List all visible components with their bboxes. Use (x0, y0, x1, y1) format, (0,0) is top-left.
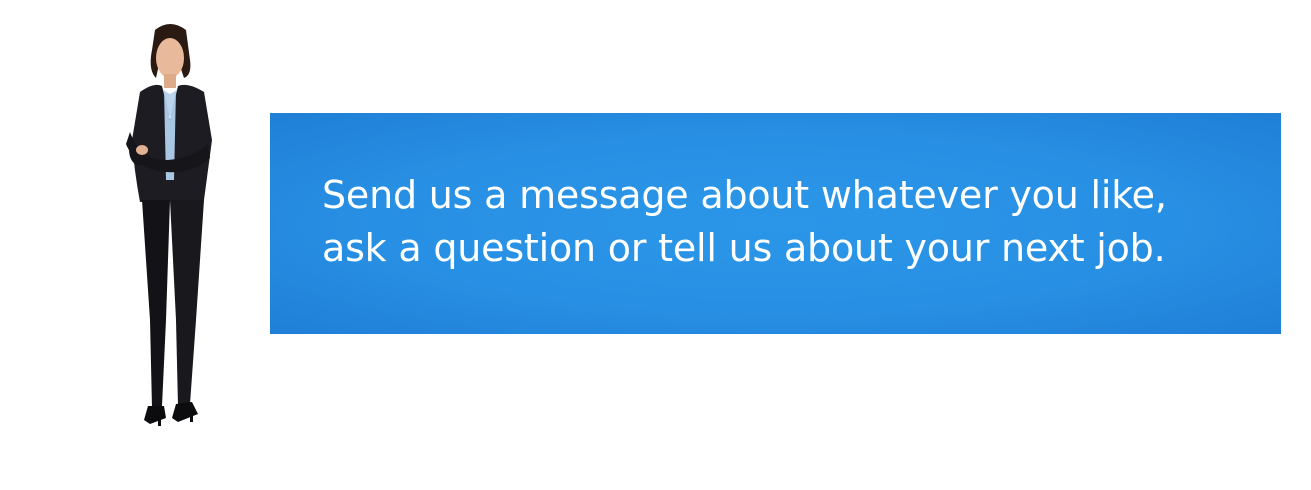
banner-message: Send us a message about whatever you lik… (322, 172, 1167, 270)
message-banner: Send us a message about whatever you lik… (270, 113, 1281, 334)
businesswoman-figure (100, 20, 240, 440)
